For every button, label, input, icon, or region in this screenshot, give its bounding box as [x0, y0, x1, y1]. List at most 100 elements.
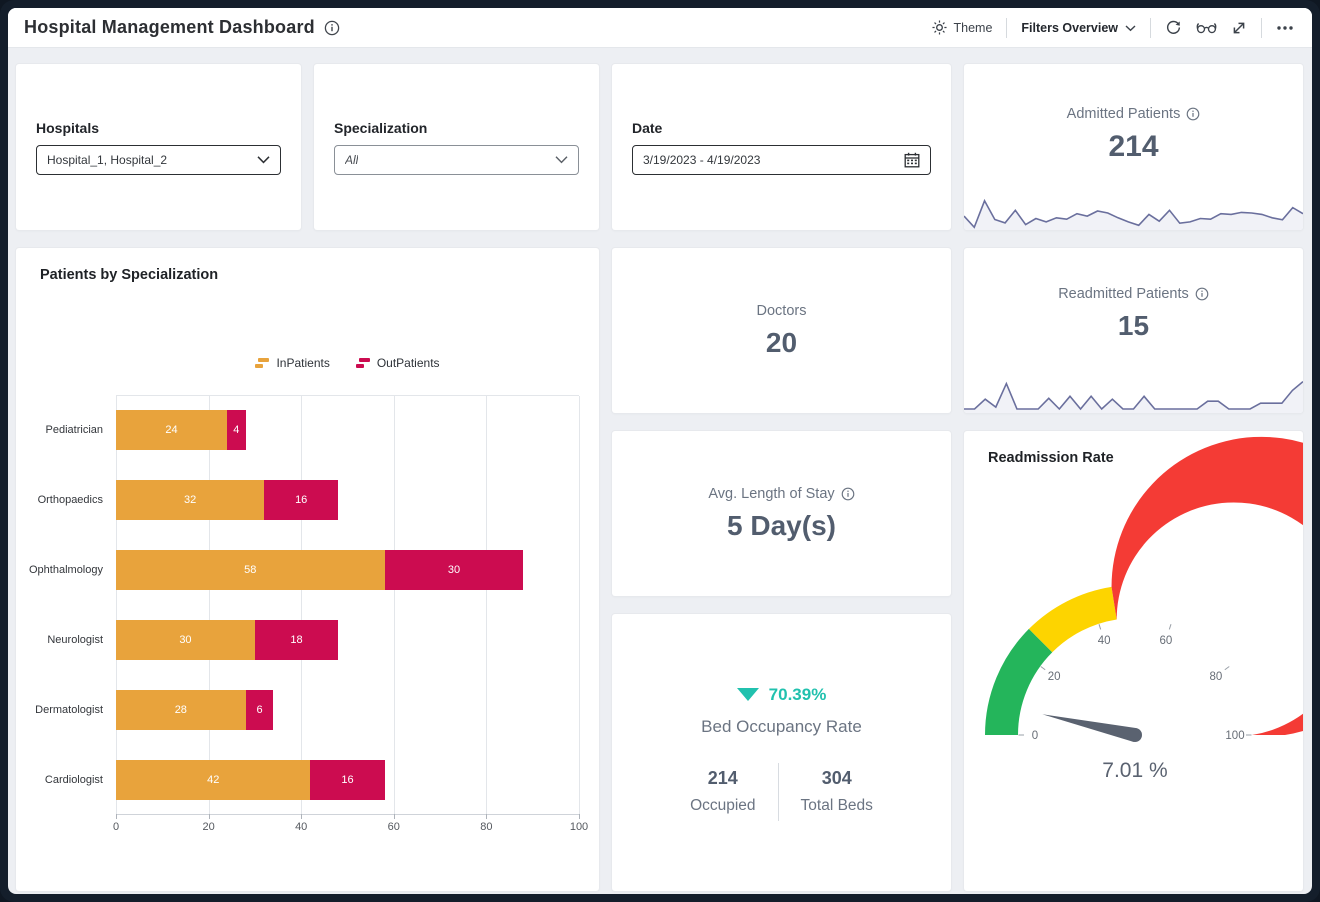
category-label: Neurologist — [47, 634, 103, 646]
refresh-button[interactable] — [1165, 19, 1182, 36]
theme-button[interactable]: Theme — [931, 20, 993, 35]
gridline — [579, 396, 580, 814]
doctors-label: Doctors — [756, 302, 807, 319]
chevron-down-icon — [257, 155, 270, 164]
bar-segment-inpatients: 58 — [116, 550, 385, 590]
readmission-rate-gauge: 0 20 40 60 80 100 7.01 % — [985, 436, 1303, 782]
bar-value-label: 6 — [256, 704, 263, 716]
more-menu-button[interactable] — [1276, 25, 1294, 31]
window-frame: Hospital Management Dashboard Theme Filt… — [0, 0, 1320, 902]
bar-segment-inpatients: 30 — [116, 620, 255, 660]
bar-track: 28 6 — [116, 690, 579, 730]
occupied-value: 214 — [707, 768, 738, 788]
header: Hospital Management Dashboard Theme Filt… — [8, 8, 1312, 48]
x-tick-label: 0 — [112, 821, 120, 833]
legend-label: OutPatients — [376, 356, 440, 370]
bar-row-pediatrician: Pediatrician 24 4 — [16, 395, 579, 465]
avg-stay-value: 5 Day(s) — [727, 509, 836, 541]
divider — [1006, 17, 1008, 38]
bar-value-label: 30 — [179, 634, 192, 646]
gauge-tick — [1040, 666, 1046, 671]
bar-segment-inpatients: 28 — [116, 690, 246, 730]
bar-segment-outpatients: 30 — [384, 550, 524, 590]
gauge-segment — [985, 628, 1053, 735]
fullscreen-button[interactable] — [1231, 20, 1247, 36]
admitted-patients-card: Admitted Patients 214 — [964, 64, 1303, 230]
specialization-filter-card: Specialization All — [314, 64, 599, 230]
bar-row-ophthalmology: Ophthalmology 58 30 — [16, 535, 579, 605]
hospitals-filter-label: Hospitals — [36, 119, 100, 136]
admitted-patients-label: Admitted Patients — [1066, 106, 1181, 122]
doctors-value: 20 — [765, 326, 798, 358]
trend-down-icon — [736, 688, 759, 701]
category-label: Pediatrician — [45, 424, 103, 436]
category-label: Orthopaedics — [37, 494, 103, 506]
expand-icon — [1231, 20, 1247, 36]
gauge-needle — [1042, 714, 1137, 742]
theme-label: Theme — [953, 20, 993, 35]
gauge-tick-label: 0 — [1032, 730, 1038, 742]
category-label: Cardiologist — [44, 774, 103, 786]
bar-value-label: 32 — [183, 494, 197, 506]
sparkline-area — [964, 200, 1303, 230]
legend-item-inpatients[interactable]: InPatients — [255, 356, 330, 370]
divider — [1261, 17, 1262, 38]
legend-label: InPatients — [276, 356, 330, 370]
admitted-patients-sparkline — [964, 190, 1303, 230]
divider — [1150, 17, 1151, 38]
filters-overview-label: Filters Overview — [1021, 20, 1118, 35]
info-icon[interactable] — [1186, 107, 1200, 121]
total-beds-value: 304 — [821, 768, 852, 788]
info-icon[interactable] — [324, 20, 340, 36]
occupied-label: Occupied — [690, 797, 756, 814]
date-range-value: 3/19/2023 - 4/19/2023 — [643, 152, 761, 167]
bar-value-label: 18 — [290, 634, 303, 646]
date-range-input[interactable]: 3/19/2023 - 4/19/2023 — [632, 144, 931, 175]
filters-overview-button[interactable]: Filters Overview — [1021, 21, 1136, 35]
bar-value-label: 24 — [165, 424, 178, 436]
chart-legend: InPatients OutPatients — [116, 356, 579, 370]
gauge-value-label: 7.01 % — [1102, 759, 1167, 782]
glasses-icon — [1196, 20, 1217, 35]
admitted-patients-value: 214 — [1108, 130, 1159, 163]
bar-value-label: 42 — [207, 774, 220, 786]
gauge-tick-label: 20 — [1048, 671, 1061, 683]
total-beds-label: Total Beds — [800, 797, 873, 814]
bar-row-cardiologist: Cardiologist 42 16 — [16, 745, 579, 815]
axis-tick — [579, 814, 580, 819]
chart-title: Patients by Specialization — [40, 267, 219, 283]
bar-segment-outpatients: 16 — [310, 760, 385, 800]
bar-value-label: 58 — [244, 564, 257, 576]
gauge-segment — [1111, 436, 1303, 735]
bar-value-label: 16 — [295, 494, 308, 506]
hospitals-select[interactable]: Hospital_1, Hospital_2 — [36, 144, 281, 175]
stacked-bar-icon — [255, 357, 270, 369]
info-icon[interactable] — [841, 487, 855, 501]
category-label: Dermatologist — [35, 704, 103, 716]
sun-icon — [931, 20, 947, 35]
info-icon[interactable] — [1195, 287, 1209, 301]
hospitals-filter-card: Hospitals Hospital_1, Hospital_2 — [16, 64, 301, 230]
x-tick-label: 100 — [569, 821, 589, 833]
readmission-rate-card: Readmission Rate 0 20 40 60 80 100 7.01 % — [964, 431, 1303, 891]
bed-occupancy-label: Bed Occupancy Rate — [701, 716, 862, 736]
more-dots-icon — [1276, 25, 1294, 31]
date-filter-card: Date 3/19/2023 - 4/19/2023 — [612, 64, 951, 230]
specialization-select[interactable]: All — [334, 144, 579, 175]
readmitted-patients-label: Readmitted Patients — [1058, 286, 1189, 302]
bar-segment-outpatients: 6 — [245, 690, 274, 730]
bar-segment-outpatients: 16 — [264, 480, 339, 520]
dashboard-content: Hospitals Hospital_1, Hospital_2 Special… — [8, 48, 1312, 894]
preview-button[interactable] — [1196, 20, 1217, 35]
calendar-icon[interactable] — [904, 152, 920, 168]
gauge-tick — [1168, 624, 1172, 630]
bar-track: 58 30 — [116, 550, 579, 590]
bar-row-neurologist: Neurologist 30 18 — [16, 605, 579, 675]
bed-occupancy-trend: 70.39% — [768, 684, 827, 704]
legend-item-outpatients[interactable]: OutPatients — [355, 356, 440, 370]
x-tick-label: 60 — [387, 821, 400, 833]
bar-segment-outpatients: 4 — [227, 410, 246, 450]
patients-by-specialization-card: Patients by Specialization InPatients Out… — [16, 248, 599, 891]
readmitted-patients-value: 15 — [1117, 310, 1150, 341]
specialization-filter-label: Specialization — [334, 119, 428, 136]
